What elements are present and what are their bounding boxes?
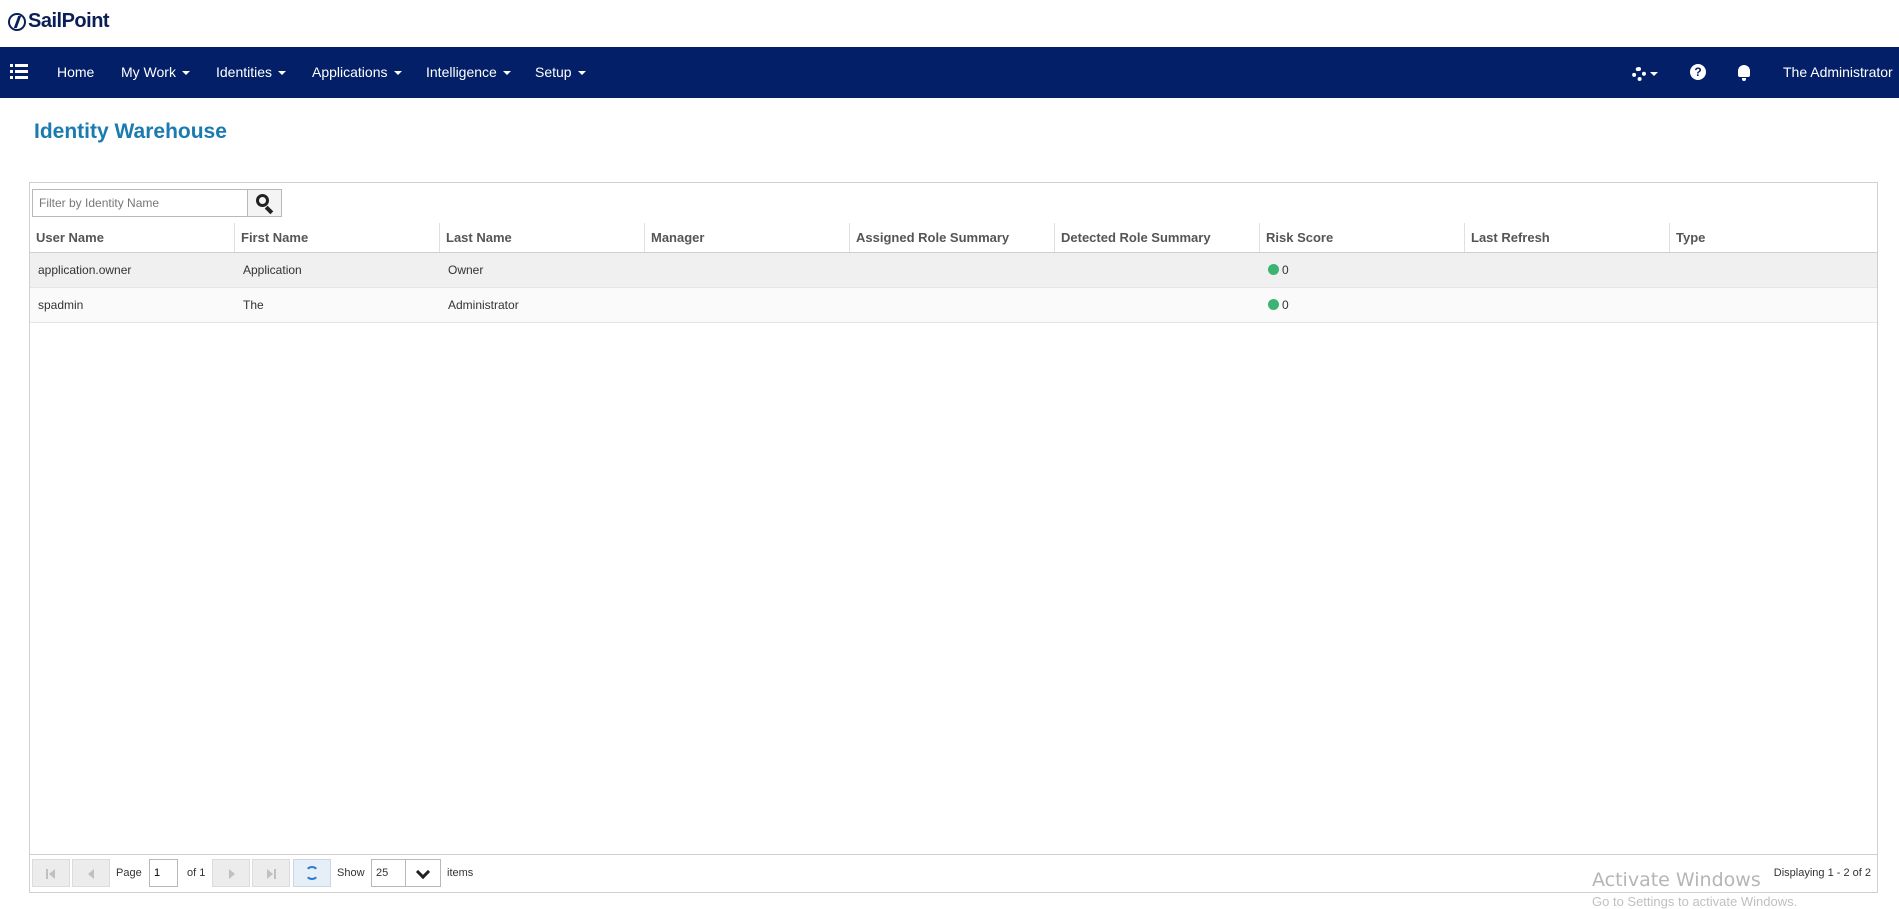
cell-last-name: Owner xyxy=(440,253,645,287)
cell-type xyxy=(1670,288,1877,322)
activate-windows-watermark: Activate Windows xyxy=(1592,869,1761,891)
next-page-button[interactable] xyxy=(212,859,250,887)
last-page-button[interactable] xyxy=(252,859,290,887)
refresh-icon xyxy=(305,866,319,880)
menu-icon[interactable] xyxy=(10,63,28,81)
items-label: items xyxy=(447,855,473,892)
nav-my-work[interactable]: My Work xyxy=(121,47,190,98)
cell-last-name: Administrator xyxy=(440,288,645,322)
grid-header: User Name First Name Last Name Manager A… xyxy=(30,223,1877,254)
last-page-icon xyxy=(267,869,273,879)
caret-down-icon xyxy=(182,71,190,75)
search-input[interactable] xyxy=(32,189,248,217)
settings-menu[interactable] xyxy=(1632,65,1658,83)
column-header-type[interactable]: Type xyxy=(1670,223,1877,252)
displaying-count: Displaying 1 - 2 of 2 xyxy=(1774,855,1871,892)
column-header-last-name[interactable]: Last Name xyxy=(440,223,645,252)
last-page-icon-bar xyxy=(274,869,276,879)
nav-my-work-label: My Work xyxy=(121,64,176,80)
risk-indicator-icon xyxy=(1268,299,1279,310)
cell-risk-score: 0 xyxy=(1260,253,1465,287)
nav-applications[interactable]: Applications xyxy=(312,47,402,98)
nav-intelligence-label: Intelligence xyxy=(426,64,497,80)
next-page-icon xyxy=(229,869,235,879)
cell-first-name: Application xyxy=(235,253,440,287)
caret-down-icon xyxy=(278,71,286,75)
risk-score-value: 0 xyxy=(1282,298,1289,312)
page-label: Page xyxy=(116,855,142,892)
cell-user-name: application.owner xyxy=(30,253,235,287)
page-number-input[interactable] xyxy=(149,859,178,887)
first-page-button[interactable] xyxy=(32,859,70,887)
column-header-first-name[interactable]: First Name xyxy=(235,223,440,252)
table-row[interactable]: spadmin The Administrator 0 xyxy=(30,288,1877,323)
sailpoint-logo[interactable]: SailPoint xyxy=(8,10,109,33)
page-title: Identity Warehouse xyxy=(34,120,227,144)
nav-identities-label: Identities xyxy=(216,64,272,80)
help-icon[interactable]: ? xyxy=(1690,64,1706,80)
cell-assigned-role-summary xyxy=(850,288,1055,322)
cell-detected-role-summary xyxy=(1055,253,1260,287)
search-icon-handle xyxy=(265,206,273,214)
cell-assigned-role-summary xyxy=(850,253,1055,287)
cell-first-name: The xyxy=(235,288,440,322)
show-label: Show xyxy=(337,855,365,892)
caret-down-icon xyxy=(394,71,402,75)
risk-indicator-icon xyxy=(1268,264,1279,275)
nav-setup[interactable]: Setup xyxy=(535,47,586,98)
sailpoint-logo-icon xyxy=(8,13,26,31)
column-header-manager[interactable]: Manager xyxy=(645,223,850,252)
identity-grid-panel: User Name First Name Last Name Manager A… xyxy=(29,182,1878,893)
page-size-value: 25 xyxy=(376,860,388,886)
nav-home[interactable]: Home xyxy=(57,47,94,98)
notifications-button[interactable] xyxy=(1738,64,1750,77)
cell-risk-score: 0 xyxy=(1260,288,1465,322)
caret-down-icon xyxy=(503,71,511,75)
risk-score-value: 0 xyxy=(1282,263,1289,277)
table-row[interactable]: application.owner Application Owner 0 xyxy=(30,253,1877,288)
column-header-assigned-role-summary[interactable]: Assigned Role Summary xyxy=(850,223,1055,252)
nav-identities[interactable]: Identities xyxy=(216,47,286,98)
grid-toolbar xyxy=(30,183,1877,224)
caret-down-icon xyxy=(578,71,586,75)
column-header-risk-score[interactable]: Risk Score xyxy=(1260,223,1465,252)
nav-intelligence[interactable]: Intelligence xyxy=(426,47,511,98)
chevron-down-icon xyxy=(416,865,430,879)
column-header-user-name[interactable]: User Name xyxy=(30,223,235,252)
nav-applications-label: Applications xyxy=(312,64,388,80)
cell-type xyxy=(1670,253,1877,287)
nav-setup-label: Setup xyxy=(535,64,572,80)
cell-last-refresh xyxy=(1465,288,1670,322)
cell-user-name: spadmin xyxy=(30,288,235,322)
bell-icon xyxy=(1738,65,1750,77)
user-menu[interactable]: The Administrator xyxy=(1783,47,1899,98)
nav-home-label: Home xyxy=(57,64,94,80)
cell-detected-role-summary xyxy=(1055,288,1260,322)
column-header-last-refresh[interactable]: Last Refresh xyxy=(1465,223,1670,252)
gear-icon xyxy=(1632,67,1646,81)
previous-page-icon xyxy=(88,869,94,879)
page-size-select[interactable]: 25 xyxy=(371,859,441,887)
cell-last-refresh xyxy=(1465,253,1670,287)
main-navbar: Home My Work Identities Applications Int… xyxy=(0,47,1899,98)
column-header-detected-role-summary[interactable]: Detected Role Summary xyxy=(1055,223,1260,252)
first-page-icon xyxy=(46,869,48,879)
cell-manager xyxy=(645,288,850,322)
cell-manager xyxy=(645,253,850,287)
first-page-icon-arrow xyxy=(49,869,55,879)
brand-name: SailPoint xyxy=(28,10,109,33)
caret-down-icon xyxy=(1650,72,1658,76)
refresh-button[interactable] xyxy=(293,859,331,887)
previous-page-button[interactable] xyxy=(72,859,110,887)
page-size-dropdown-button[interactable] xyxy=(405,860,440,886)
logo-bar: SailPoint xyxy=(0,0,1899,47)
page-count-label: of 1 xyxy=(187,855,205,892)
grid-body: application.owner Application Owner 0 sp… xyxy=(30,253,1877,323)
search-button[interactable] xyxy=(247,189,282,217)
user-name: The Administrator xyxy=(1783,64,1893,80)
activate-windows-subtitle: Go to Settings to activate Windows. xyxy=(1592,894,1797,909)
